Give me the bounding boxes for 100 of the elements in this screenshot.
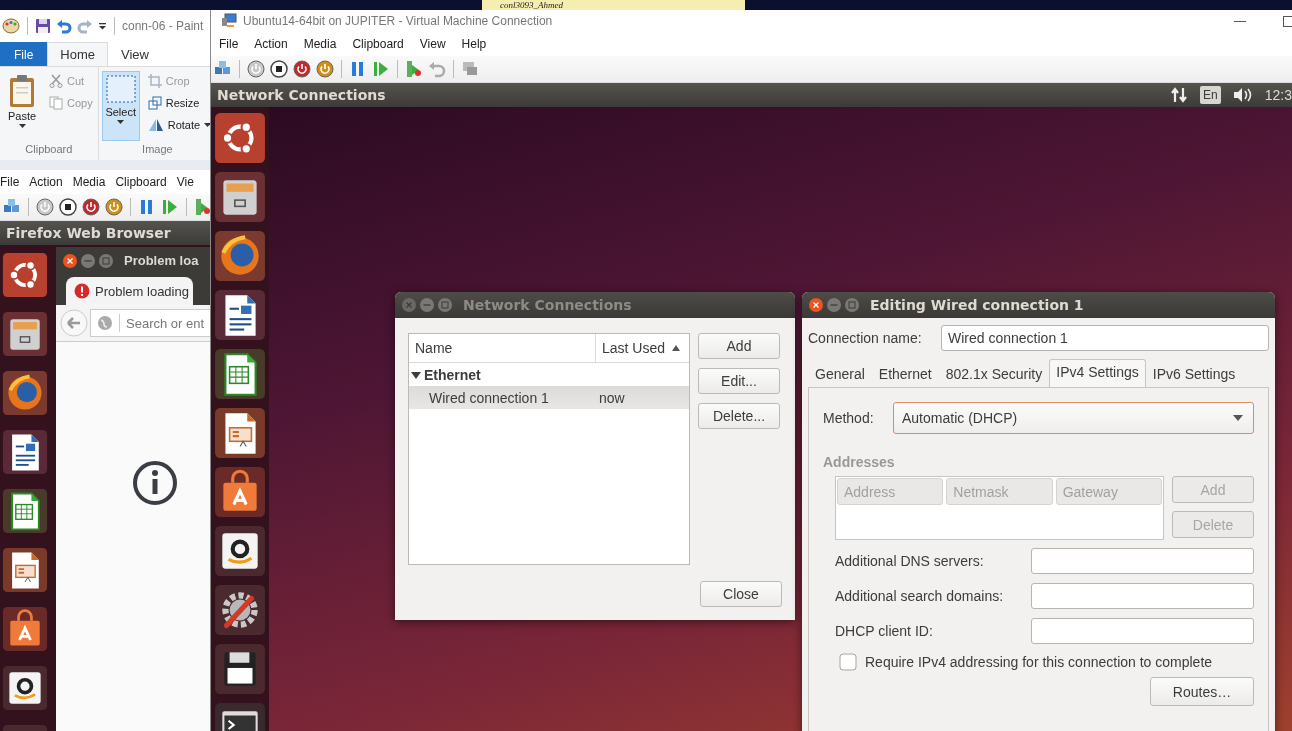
- undo-icon[interactable]: [56, 18, 72, 34]
- spreadsheet-icon[interactable]: [214, 348, 266, 400]
- tab[interactable]: 802.1x Security: [938, 360, 1050, 387]
- volume-icon[interactable]: [1232, 87, 1253, 103]
- document-icon[interactable]: [214, 289, 266, 341]
- network-icon[interactable]: [1170, 86, 1189, 104]
- spreadsheet-icon[interactable]: [2, 488, 48, 534]
- caret-icon[interactable]: [98, 22, 107, 30]
- browser-tab[interactable]: Problem loading: [66, 277, 193, 305]
- stop-icon[interactable]: [59, 198, 77, 216]
- power-icon[interactable]: [316, 60, 334, 78]
- input-field[interactable]: Wired connection 1: [941, 325, 1269, 351]
- ribbon-tab[interactable]: Home: [47, 42, 109, 66]
- checkbox[interactable]: [839, 653, 857, 671]
- menu-item[interactable]: File: [0, 175, 25, 189]
- input-field[interactable]: [1031, 618, 1254, 644]
- file-cabinet-icon[interactable]: [2, 311, 48, 357]
- dropdown-value: Automatic (DHCP): [902, 410, 1018, 426]
- close-icon[interactable]: [808, 297, 824, 313]
- close-icon[interactable]: [62, 252, 78, 269]
- clock[interactable]: 12:3: [1264, 87, 1292, 103]
- table-cell-text: Wired connection 1: [428, 389, 550, 406]
- back-icon[interactable]: [60, 309, 88, 337]
- resize-icon: [147, 96, 162, 110]
- snapshot-icon[interactable]: [194, 198, 210, 216]
- error-icon: [74, 283, 90, 299]
- routes-button[interactable]: Routes…: [1150, 677, 1254, 706]
- presentation-icon[interactable]: [214, 407, 266, 459]
- window-title: Ubuntu14-64bit on JUPITER - Virtual Machine Connection: [243, 14, 553, 28]
- field-label: Connection name:: [808, 330, 922, 346]
- panel-title: Network Connections: [217, 87, 386, 103]
- dialog-button[interactable]: Delete...: [698, 403, 780, 429]
- info-icon: [132, 460, 178, 506]
- play-icon[interactable]: [161, 198, 179, 216]
- clipboard-icon: [7, 74, 37, 108]
- column-header[interactable]: Last Used: [596, 334, 689, 362]
- window-title: Network Connections: [463, 297, 632, 313]
- presentation-icon[interactable]: [2, 547, 48, 593]
- globe-icon[interactable]: [214, 230, 266, 282]
- list-row[interactable]: Wired connection 1 now: [409, 386, 689, 409]
- keyboard-indicator[interactable]: En: [1200, 86, 1221, 104]
- menu-item[interactable]: File: [211, 37, 247, 51]
- column-header[interactable]: Name: [409, 334, 596, 362]
- document-icon[interactable]: [2, 429, 48, 475]
- input-field[interactable]: [1031, 583, 1254, 609]
- power-icon[interactable]: [247, 60, 265, 78]
- snapshot-icon[interactable]: [405, 60, 423, 78]
- address-placeholder: Search or ent: [126, 315, 205, 331]
- input-field[interactable]: [1031, 548, 1254, 574]
- ribbon-button[interactable]: Resize: [145, 93, 210, 113]
- logo-icon[interactable]: [214, 112, 266, 164]
- dialog-button[interactable]: Edit...: [698, 368, 780, 394]
- address-field[interactable]: Search or ent: [90, 309, 210, 337]
- shopping-bag-icon[interactable]: [214, 466, 266, 518]
- menu-item[interactable]: Action: [246, 37, 296, 51]
- globe-icon[interactable]: [2, 370, 48, 416]
- file-cabinet-icon[interactable]: [214, 171, 266, 223]
- method-dropdown[interactable]: Automatic (DHCP): [893, 402, 1254, 434]
- stop-icon[interactable]: [270, 60, 288, 78]
- close-button[interactable]: Close: [700, 581, 782, 607]
- rotate-icon: [147, 118, 164, 132]
- monitor-icon[interactable]: [461, 60, 479, 78]
- menu-item[interactable]: Help: [453, 37, 495, 51]
- tab[interactable]: IPv4 Settings: [1049, 359, 1146, 387]
- menu-item[interactable]: Media: [67, 175, 111, 189]
- smile-logo-icon[interactable]: [214, 525, 266, 577]
- window-title: Problem loa: [124, 253, 199, 268]
- smile-logo-icon[interactable]: [2, 665, 48, 711]
- caret-icon: [117, 120, 125, 124]
- section-heading: Addresses: [823, 454, 896, 470]
- group-label: Clipboard: [24, 142, 74, 157]
- gear-wrench-icon[interactable]: [214, 584, 266, 636]
- tab[interactable]: General: [808, 360, 872, 387]
- copy-icon: [49, 96, 63, 110]
- ribbon-button[interactable]: Rotate: [145, 115, 210, 135]
- expander-icon[interactable]: [411, 369, 421, 380]
- menu-item[interactable]: Clipboard: [110, 175, 172, 189]
- ribbon-tab[interactable]: View: [108, 42, 162, 66]
- file-menu-button[interactable]: File: [0, 42, 48, 66]
- dialog-button[interactable]: Add: [698, 333, 780, 359]
- power-icon[interactable]: [293, 60, 311, 78]
- menu-item[interactable]: Media: [295, 37, 345, 51]
- tab[interactable]: Ethernet: [871, 360, 939, 387]
- logo-icon[interactable]: [2, 252, 48, 298]
- power-icon[interactable]: [105, 198, 123, 216]
- play-icon[interactable]: [372, 60, 390, 78]
- menu-item[interactable]: Clipboard: [344, 37, 412, 51]
- power-icon[interactable]: [82, 198, 100, 216]
- ribbon-button[interactable]: Select: [101, 71, 140, 141]
- menu-item[interactable]: Action: [24, 175, 68, 189]
- maximize-icon[interactable]: [1282, 15, 1292, 27]
- menu-item[interactable]: View: [411, 37, 454, 51]
- save-icon[interactable]: [35, 18, 51, 34]
- power-icon[interactable]: [36, 198, 54, 216]
- menu-item[interactable]: Vie: [171, 175, 199, 189]
- group-label: Ethernet: [424, 366, 481, 383]
- shopping-bag-icon[interactable]: [2, 606, 48, 652]
- field-label: Method:: [823, 410, 874, 426]
- tab[interactable]: IPv6 Settings: [1145, 360, 1243, 387]
- ribbon-button[interactable]: Paste: [3, 71, 41, 141]
